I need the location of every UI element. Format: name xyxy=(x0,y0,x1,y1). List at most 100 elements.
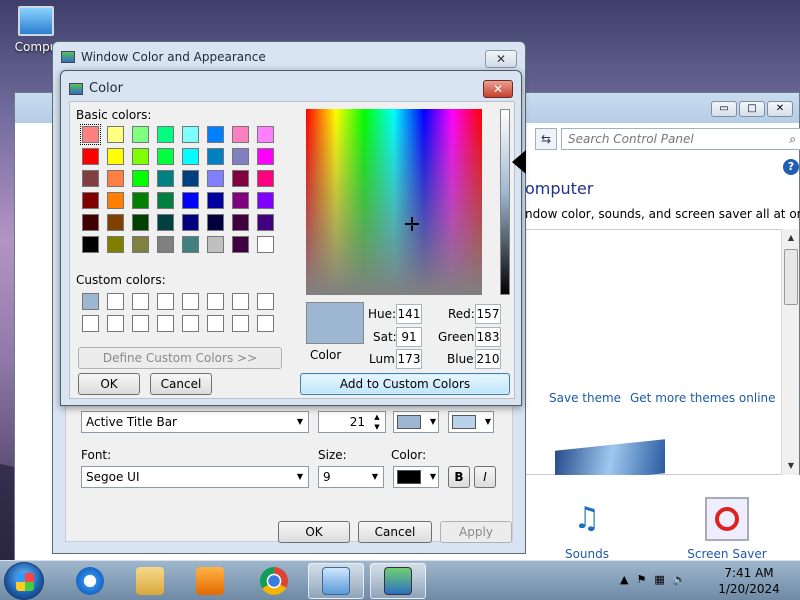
basic-color-swatch[interactable] xyxy=(207,126,224,143)
basic-color-swatch[interactable] xyxy=(157,148,174,165)
start-button[interactable] xyxy=(4,562,44,600)
basic-color-swatch[interactable] xyxy=(257,148,274,165)
basic-color-swatch[interactable] xyxy=(157,192,174,209)
sounds-item[interactable]: ♫ Sounds xyxy=(555,497,619,561)
basic-color-swatch[interactable] xyxy=(232,214,249,231)
basic-color-swatch[interactable] xyxy=(207,236,224,253)
basic-color-swatch[interactable] xyxy=(157,236,174,253)
basic-color-swatch[interactable] xyxy=(232,236,249,253)
italic-button[interactable]: I xyxy=(474,466,496,488)
custom-color-swatch[interactable] xyxy=(257,315,274,332)
save-theme-link[interactable]: Save theme xyxy=(549,391,621,405)
cancel-button[interactable]: Cancel xyxy=(150,373,212,395)
scroll-thumb[interactable] xyxy=(784,249,798,305)
custom-color-swatch[interactable] xyxy=(257,293,274,310)
basic-color-swatch[interactable] xyxy=(182,192,199,209)
basic-color-swatch[interactable] xyxy=(182,148,199,165)
minimize-button[interactable]: ▭ xyxy=(711,101,737,117)
basic-color-swatch[interactable] xyxy=(132,236,149,253)
custom-color-swatch[interactable] xyxy=(107,315,124,332)
basic-color-swatch[interactable] xyxy=(182,170,199,187)
luminosity-arrow-icon[interactable] xyxy=(512,150,526,174)
font-select[interactable]: Segoe UI ▼ xyxy=(81,466,309,488)
sat-input[interactable]: 91 xyxy=(396,327,422,347)
show-hidden-icons-icon[interactable]: ▲ xyxy=(620,573,628,586)
custom-color-swatch[interactable] xyxy=(182,293,199,310)
basic-color-swatch[interactable] xyxy=(132,214,149,231)
taskbar-window-color[interactable] xyxy=(370,563,426,599)
close-button[interactable]: ✕ xyxy=(483,80,513,98)
ok-button[interactable]: OK xyxy=(78,373,140,395)
basic-color-swatch[interactable] xyxy=(232,170,249,187)
blue-input[interactable]: 210 xyxy=(475,349,501,369)
custom-color-swatch[interactable] xyxy=(182,315,199,332)
themes-scrollbar[interactable]: ▲ ▼ xyxy=(781,229,799,475)
custom-color-swatch[interactable] xyxy=(107,293,124,310)
custom-color-swatch[interactable] xyxy=(157,315,174,332)
more-themes-link[interactable]: Get more themes online xyxy=(630,391,776,405)
custom-color-swatch[interactable] xyxy=(157,293,174,310)
basic-color-swatch[interactable] xyxy=(257,170,274,187)
basic-color-swatch[interactable] xyxy=(107,126,124,143)
maximize-button[interactable]: □ xyxy=(739,101,765,117)
basic-color-swatch[interactable] xyxy=(157,214,174,231)
scroll-down-icon[interactable]: ▼ xyxy=(784,459,798,473)
search-input[interactable]: Search Control Panel ⌕ xyxy=(561,128,800,150)
clock[interactable]: 7:41 AM 1/20/2024 xyxy=(712,565,786,597)
basic-color-swatch[interactable] xyxy=(107,148,124,165)
custom-color-swatch[interactable] xyxy=(82,293,99,310)
basic-color-swatch[interactable] xyxy=(207,192,224,209)
close-button[interactable]: ✕ xyxy=(485,50,517,68)
hue-input[interactable]: 141 xyxy=(396,304,422,324)
close-button[interactable]: ✕ xyxy=(767,101,793,117)
basic-color-swatch[interactable] xyxy=(82,148,99,165)
basic-color-swatch[interactable] xyxy=(132,170,149,187)
cancel-button[interactable]: Cancel xyxy=(358,521,432,543)
custom-color-swatch[interactable] xyxy=(82,315,99,332)
custom-color-swatch[interactable] xyxy=(232,315,249,332)
color1-picker[interactable]: ▼ xyxy=(393,411,439,433)
taskbar-internet-explorer[interactable] xyxy=(62,563,118,599)
basic-color-swatch[interactable] xyxy=(182,126,199,143)
basic-color-swatch[interactable] xyxy=(207,170,224,187)
basic-color-swatch[interactable] xyxy=(132,148,149,165)
basic-color-swatch[interactable] xyxy=(182,214,199,231)
basic-color-swatch[interactable] xyxy=(157,126,174,143)
basic-color-swatch[interactable] xyxy=(107,214,124,231)
basic-color-swatch[interactable] xyxy=(82,236,99,253)
taskbar-control-panel[interactable] xyxy=(308,563,364,599)
basic-color-swatch[interactable] xyxy=(107,192,124,209)
basic-color-swatch[interactable] xyxy=(207,148,224,165)
custom-color-swatch[interactable] xyxy=(232,293,249,310)
basic-color-swatch[interactable] xyxy=(82,214,99,231)
custom-color-swatch[interactable] xyxy=(132,315,149,332)
basic-color-swatch[interactable] xyxy=(257,236,274,253)
color2-picker[interactable]: ▼ xyxy=(448,411,494,433)
basic-color-swatch[interactable] xyxy=(232,148,249,165)
basic-color-swatch[interactable] xyxy=(232,126,249,143)
taskbar-chrome[interactable] xyxy=(246,563,302,599)
item-size-stepper[interactable]: 21 ▲ ▼ xyxy=(318,411,386,433)
action-center-icon[interactable]: ⚑ xyxy=(636,573,646,586)
red-input[interactable]: 157 xyxy=(475,304,501,324)
spin-arrows-icon[interactable]: ▲ ▼ xyxy=(369,412,385,432)
luminosity-bar[interactable] xyxy=(500,109,510,295)
basic-color-swatch[interactable] xyxy=(232,192,249,209)
font-color-picker[interactable]: ▼ xyxy=(393,466,439,488)
basic-color-swatch[interactable] xyxy=(257,192,274,209)
volume-icon[interactable]: 🔈 xyxy=(673,573,687,586)
network-icon[interactable]: ▦ xyxy=(654,573,664,586)
crosshair-icon[interactable] xyxy=(405,217,419,231)
search-icon[interactable]: ⌕ xyxy=(789,129,796,149)
taskbar-media-player[interactable] xyxy=(182,563,238,599)
green-input[interactable]: 183 xyxy=(475,327,501,347)
item-select[interactable]: Active Title Bar ▼ xyxy=(81,411,309,433)
help-icon[interactable]: ? xyxy=(783,159,799,175)
custom-color-swatch[interactable] xyxy=(132,293,149,310)
basic-color-swatch[interactable] xyxy=(257,214,274,231)
basic-color-swatch[interactable] xyxy=(107,236,124,253)
basic-color-swatch[interactable] xyxy=(182,236,199,253)
basic-color-swatch[interactable] xyxy=(132,126,149,143)
font-size-select[interactable]: 9 ▼ xyxy=(318,466,384,488)
color-spectrum[interactable] xyxy=(306,109,482,295)
